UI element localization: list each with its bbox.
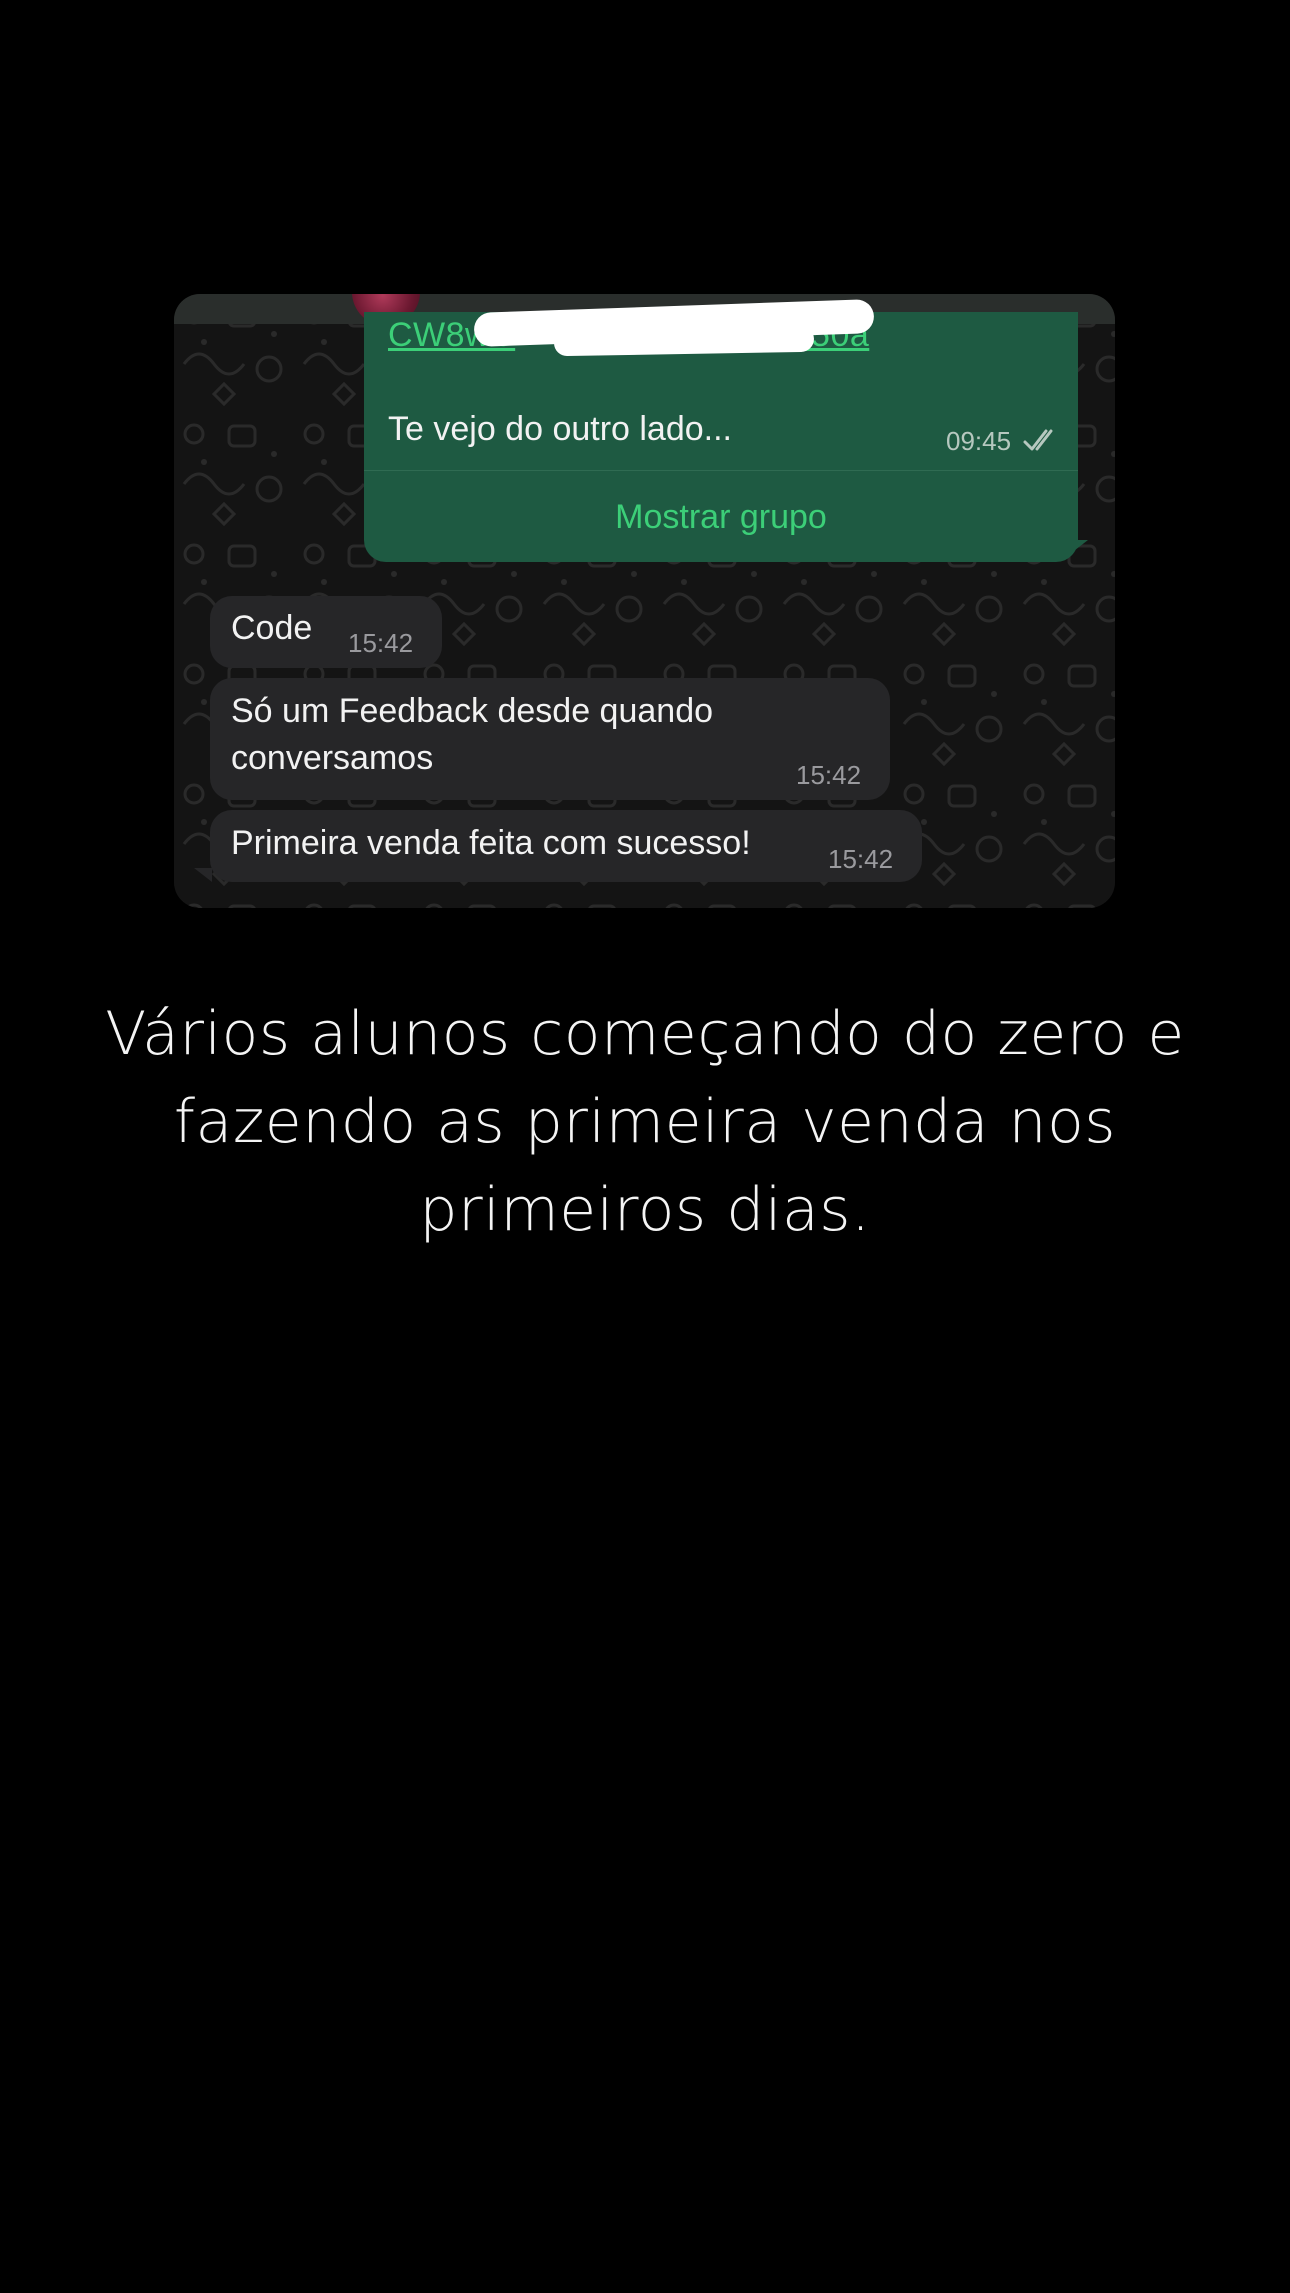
received-message-time: 15:42: [828, 844, 894, 874]
received-message-time: 15:42: [796, 760, 862, 790]
received-message-text: Code: [231, 609, 313, 647]
caption-text: Vários alunos começando do zero e fazend…: [105, 999, 1185, 1245]
chat-screenshot: CW8wC N50a Te vejo do outro lado... 09:4…: [174, 294, 1115, 908]
double-check-icon: [1023, 429, 1053, 451]
received-message-text: Só um Feedback desde quando conversamos: [231, 692, 714, 777]
received-message-time: 15:42: [348, 628, 414, 658]
received-bubble-tail: [194, 868, 212, 882]
sent-message-text: Te vejo do outro lado...: [388, 410, 733, 448]
redaction-mark: [553, 325, 815, 357]
bubble-divider: [364, 470, 1078, 471]
show-group-button[interactable]: Mostrar grupo: [364, 472, 1078, 562]
received-message-text: Primeira venda feita com sucesso!: [231, 824, 751, 862]
sent-message-time: 09:45: [946, 426, 1012, 456]
